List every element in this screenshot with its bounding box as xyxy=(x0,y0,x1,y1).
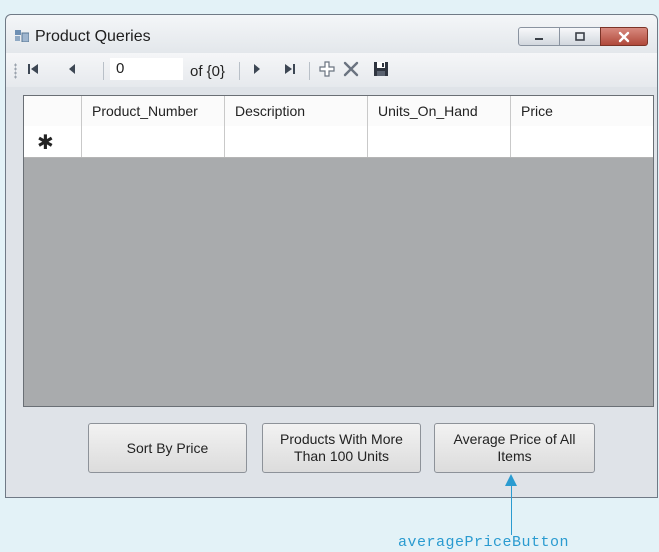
position-input[interactable]: 0 xyxy=(110,58,183,80)
close-icon xyxy=(618,31,630,42)
toolbar-grip[interactable] xyxy=(14,63,17,79)
grid-cell[interactable] xyxy=(81,126,224,157)
delete-icon xyxy=(343,61,359,77)
add-new-button[interactable] xyxy=(317,59,337,79)
maximize-icon xyxy=(575,31,585,41)
move-first-icon xyxy=(28,64,38,74)
move-previous-icon xyxy=(69,64,75,74)
product-queries-window: Product Queries 0 of {0} Product_Number … xyxy=(5,14,658,498)
sort-by-price-button[interactable]: Sort By Price xyxy=(88,423,247,473)
save-icon xyxy=(374,62,388,76)
binding-navigator: 0 of {0} xyxy=(6,53,657,87)
new-row-marker: ✱ xyxy=(37,132,54,154)
column-header[interactable]: Units_On_Hand xyxy=(367,96,510,126)
more-than-100-units-button[interactable]: Products With More Than 100 Units xyxy=(262,423,421,473)
delete-button[interactable] xyxy=(341,59,361,79)
maximize-button[interactable] xyxy=(559,27,601,46)
window-title: Product Queries xyxy=(35,28,151,45)
grid-cell[interactable] xyxy=(510,126,653,157)
average-price-button[interactable]: Average Price of All Items xyxy=(434,423,595,473)
save-button[interactable] xyxy=(371,59,391,79)
minimize-icon xyxy=(535,37,543,40)
close-button[interactable] xyxy=(600,27,648,46)
grid-cell[interactable] xyxy=(224,126,367,157)
title-bar[interactable]: Product Queries xyxy=(6,15,657,53)
grid-header: Product_Number Description Units_On_Hand… xyxy=(24,96,653,127)
row-header[interactable]: ✱ xyxy=(24,126,81,157)
column-header[interactable]: Product_Number xyxy=(81,96,224,126)
new-row[interactable]: ✱ xyxy=(24,126,653,158)
move-next-icon xyxy=(254,64,260,74)
callout-label: averagePriceButton xyxy=(398,534,570,551)
column-header[interactable]: Price xyxy=(510,96,653,126)
move-last-button[interactable] xyxy=(280,59,300,79)
move-last-icon xyxy=(285,64,295,74)
grid-cell[interactable] xyxy=(367,126,510,157)
callout-line xyxy=(511,485,512,535)
row-header-corner xyxy=(24,96,81,126)
column-header[interactable]: Description xyxy=(224,96,367,126)
move-first-button[interactable] xyxy=(23,59,43,79)
minimize-button[interactable] xyxy=(518,27,560,46)
form-icon xyxy=(15,30,29,42)
count-label: of {0} xyxy=(190,63,226,80)
move-previous-button[interactable] xyxy=(62,59,82,79)
add-new-icon xyxy=(319,61,335,77)
move-next-button[interactable] xyxy=(247,59,267,79)
products-grid[interactable]: Product_Number Description Units_On_Hand… xyxy=(23,95,654,407)
